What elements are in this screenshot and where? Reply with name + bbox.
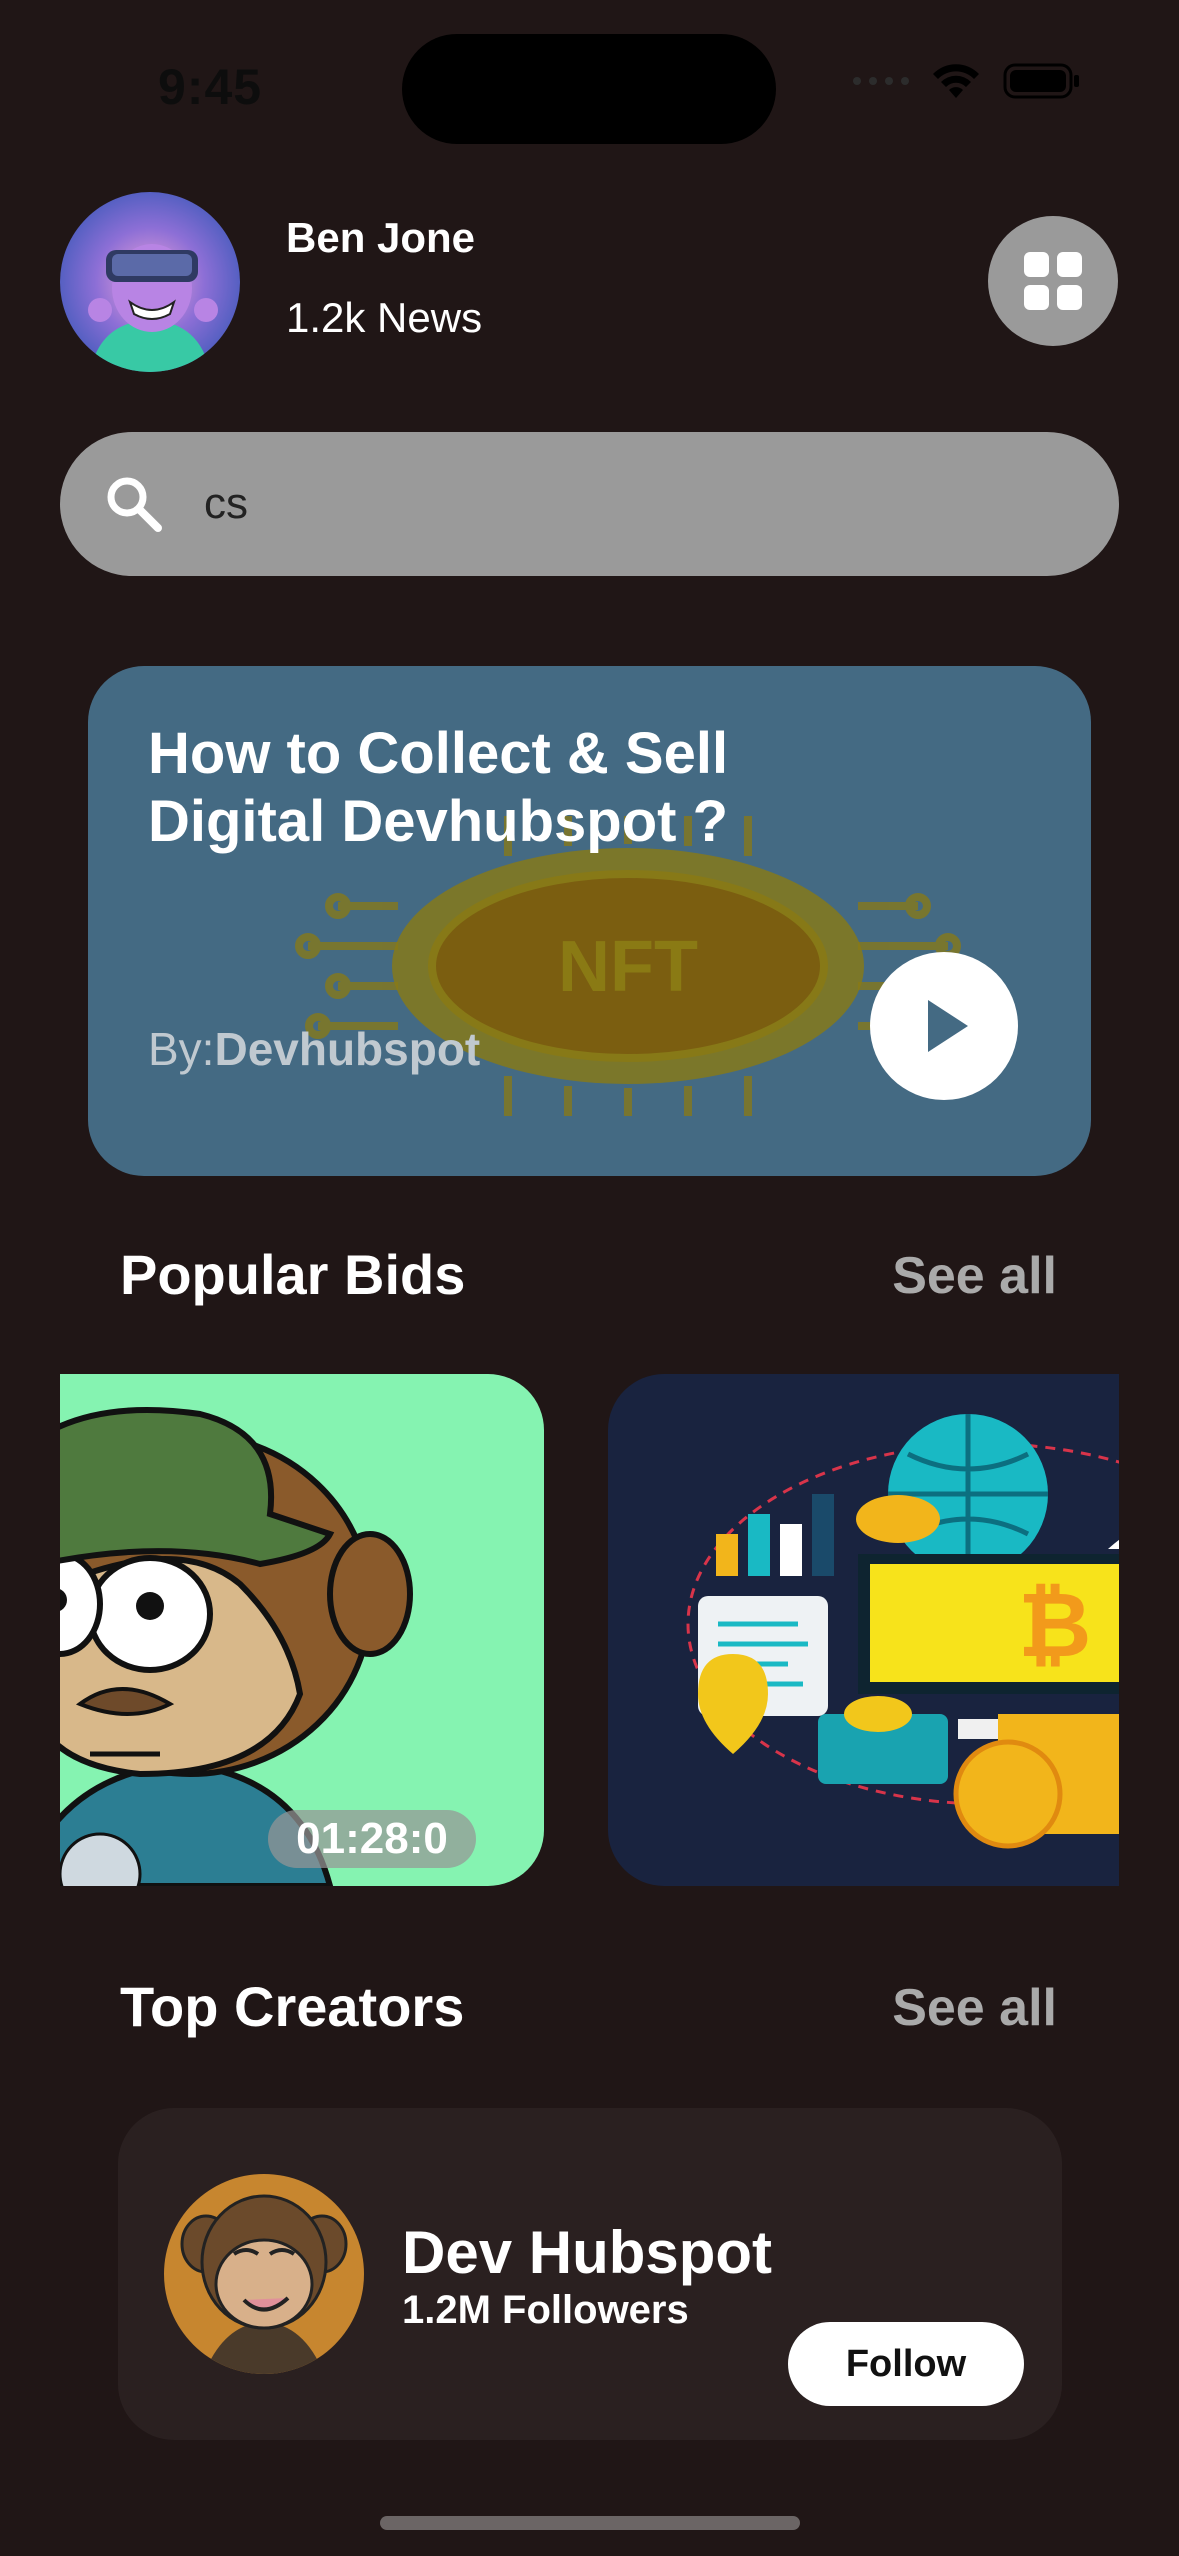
avatar-image [60,192,240,372]
popular-bids-carousel[interactable]: 01:28:0 ₿ [60,1374,1119,1886]
bid-card[interactable]: 01:28:0 [60,1374,544,1886]
banner-title: How to Collect & Sell Digital Devhubspot… [148,721,729,854]
svg-text:₿: ₿ [1018,1576,1091,1676]
creator-monkey-image [180,2194,348,2374]
featured-banner[interactable]: NFT How to Collect & Sell Digital Devhub… [88,666,1091,1176]
top-creators-see-all[interactable]: See all [892,1978,1057,2038]
signal-icon [853,77,909,85]
search-bar[interactable] [60,432,1119,576]
crypto-illustration: ₿ [686,1414,1119,1849]
status-time: 9:45 [158,59,263,115]
play-icon [928,1000,968,1052]
search-icon [107,477,162,532]
top-creators-title: Top Creators [120,1975,465,2038]
battery-icon [1003,63,1079,99]
avatar[interactable] [60,192,240,372]
popular-bids-see-all[interactable]: See all [892,1246,1057,1306]
wifi-icon [933,64,979,98]
banner-author-name: Devhubspot [214,1023,481,1075]
dynamic-island [402,34,776,144]
follow-button[interactable]: Follow [788,2322,1024,2406]
grid-icon [1024,252,1082,310]
home-indicator[interactable] [380,2516,800,2530]
creator-name: Dev Hubspot [402,2219,773,2286]
banner-author-prefix: By: [148,1023,215,1075]
user-name: Ben Jone [286,214,476,261]
popular-bids-title: Popular Bids [120,1243,466,1306]
bid-timer: 01:28:0 [268,1810,476,1868]
search-input[interactable] [204,462,1064,546]
user-news-count: 1.2k News [286,294,483,341]
bid-card[interactable]: ₿ [608,1374,1119,1886]
play-button[interactable] [870,952,1018,1100]
menu-grid-button[interactable] [988,216,1118,346]
status-icons [853,62,1081,100]
banner-author: By:Devhubspot [148,1022,480,1076]
creator-followers: 1.2M Followers [402,2288,689,2332]
creator-avatar [164,2174,364,2374]
nft-art-text: NFT [558,927,698,1007]
creator-card[interactable]: Dev Hubspot 1.2M Followers Follow [118,2108,1062,2440]
